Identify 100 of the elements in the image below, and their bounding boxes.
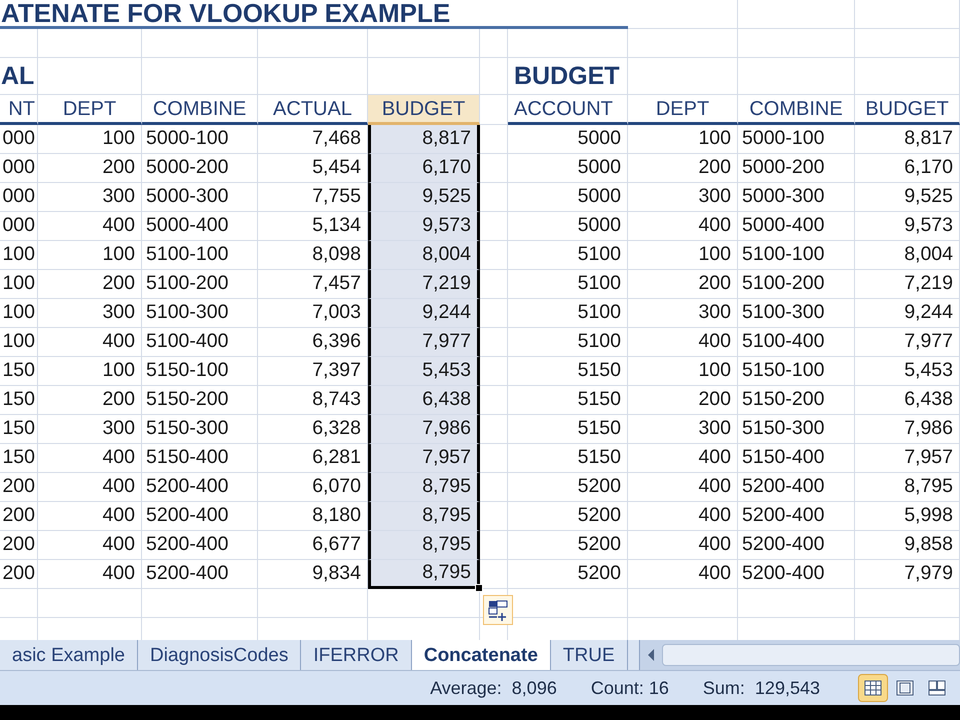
table-cell: 5100-100 xyxy=(738,241,855,270)
table-cell: 5200 xyxy=(508,531,628,560)
table-cell: 400 xyxy=(628,531,738,560)
table-cell: 200 xyxy=(38,154,142,183)
table-cell: 5150-100 xyxy=(142,357,258,386)
table-cell: 5,998 xyxy=(855,502,960,531)
status-summary: Sum: 129,543 xyxy=(702,679,820,697)
table-cell: 5100-300 xyxy=(142,299,258,328)
sheet-tab[interactable]: IFERROR xyxy=(301,640,412,670)
table-cell: 5000-200 xyxy=(142,154,258,183)
horizontal-scrollbar[interactable] xyxy=(662,644,960,666)
sheet-tab[interactable]: Concatenate xyxy=(412,640,551,670)
table-cell: 100 xyxy=(628,125,738,154)
table-cell: 7,977 xyxy=(368,328,480,357)
table-cell: 5100 xyxy=(508,328,628,357)
table-cell: 200 xyxy=(628,270,738,299)
table-cell: 8,795 xyxy=(368,502,480,531)
table-cell: 5,453 xyxy=(368,357,480,386)
table-cell: 5000-300 xyxy=(142,183,258,212)
table-cell: 400 xyxy=(628,212,738,241)
table-cell xyxy=(480,502,508,531)
grid-icon xyxy=(864,680,882,696)
table-cell: 7,986 xyxy=(368,415,480,444)
column-header: DEPT xyxy=(38,95,142,125)
table-cell: 5150-200 xyxy=(738,386,855,415)
table-cell: 5200 xyxy=(508,502,628,531)
column-header: BUDGET xyxy=(855,95,960,125)
table-cell: 8,795 xyxy=(855,473,960,502)
table-cell: 5200 xyxy=(508,560,628,589)
table-cell: 5100-400 xyxy=(142,328,258,357)
table-cell: 150 xyxy=(0,386,38,415)
table-cell: 400 xyxy=(628,444,738,473)
table-cell: 400 xyxy=(38,444,142,473)
table-cell: 5000-100 xyxy=(142,125,258,154)
paste-options-icon[interactable] xyxy=(483,595,513,625)
table-cell: 100 xyxy=(38,241,142,270)
table-cell: 300 xyxy=(38,299,142,328)
table-cell: 5000-400 xyxy=(738,212,855,241)
table-cell: 5150 xyxy=(508,444,628,473)
table-cell xyxy=(480,473,508,502)
table-cell: 5000-100 xyxy=(738,125,855,154)
table-cell: 000 xyxy=(0,212,38,241)
table-cell: 9,525 xyxy=(855,183,960,212)
table-cell: 7,957 xyxy=(855,444,960,473)
table-cell: 8,795 xyxy=(368,560,480,589)
table-cell: 7,957 xyxy=(368,444,480,473)
column-header: NT xyxy=(0,95,38,125)
table-cell: 100 xyxy=(0,241,38,270)
table-cell: 5100-300 xyxy=(738,299,855,328)
table-cell: 400 xyxy=(628,328,738,357)
table-cell: 5000-300 xyxy=(738,183,855,212)
table-cell: 7,979 xyxy=(855,560,960,589)
table-cell: 5200-400 xyxy=(738,560,855,589)
table-cell: 400 xyxy=(38,473,142,502)
table-cell: 5100 xyxy=(508,299,628,328)
table-cell: 9,244 xyxy=(368,299,480,328)
page-icon xyxy=(896,680,914,696)
table-cell: 6,438 xyxy=(368,386,480,415)
table-cell: 7,219 xyxy=(855,270,960,299)
table-cell: 300 xyxy=(628,299,738,328)
view-button[interactable] xyxy=(858,674,888,702)
table-cell: 400 xyxy=(38,560,142,589)
table-cell: 9,573 xyxy=(368,212,480,241)
table-cell: 5,453 xyxy=(855,357,960,386)
table-cell: 5100 xyxy=(508,241,628,270)
table-cell: 5000 xyxy=(508,125,628,154)
page-break-icon xyxy=(928,680,946,696)
table-cell xyxy=(480,125,508,154)
table-cell: 8,795 xyxy=(368,531,480,560)
table-cell xyxy=(480,212,508,241)
table-cell: 5150-400 xyxy=(738,444,855,473)
table-cell: 200 xyxy=(0,473,38,502)
sheet-tab[interactable]: DiagnosisCodes xyxy=(138,640,302,670)
table-cell xyxy=(480,444,508,473)
table-cell: 5200-400 xyxy=(142,502,258,531)
column-header: DEPT xyxy=(628,95,738,125)
table-cell: 7,986 xyxy=(855,415,960,444)
status-summary: Count: 16 xyxy=(590,679,669,697)
table-cell: 8,004 xyxy=(368,241,480,270)
table-cell: 200 xyxy=(38,270,142,299)
table-cell: 5100-100 xyxy=(142,241,258,270)
table-cell: 8,817 xyxy=(855,125,960,154)
table-cell xyxy=(480,241,508,270)
table-cell: 8,795 xyxy=(368,473,480,502)
sheet-tab[interactable]: asic Example xyxy=(0,640,138,670)
table-cell: 5200-400 xyxy=(142,560,258,589)
scroll-left-icon[interactable] xyxy=(646,648,656,662)
table-cell: 5150-200 xyxy=(142,386,258,415)
table-cell xyxy=(480,386,508,415)
fill-handle[interactable] xyxy=(475,584,483,592)
table-cell: 5150-400 xyxy=(142,444,258,473)
table-cell: 100 xyxy=(0,270,38,299)
table-cell xyxy=(480,270,508,299)
table-cell: 150 xyxy=(0,444,38,473)
table-cell: 5150 xyxy=(508,386,628,415)
table-cell: 5000 xyxy=(508,183,628,212)
table-cell: 200 xyxy=(38,386,142,415)
sheet-tab[interactable]: TRUE xyxy=(550,640,628,670)
table-cell: 5200-400 xyxy=(738,531,855,560)
table-cell: 6,438 xyxy=(855,386,960,415)
